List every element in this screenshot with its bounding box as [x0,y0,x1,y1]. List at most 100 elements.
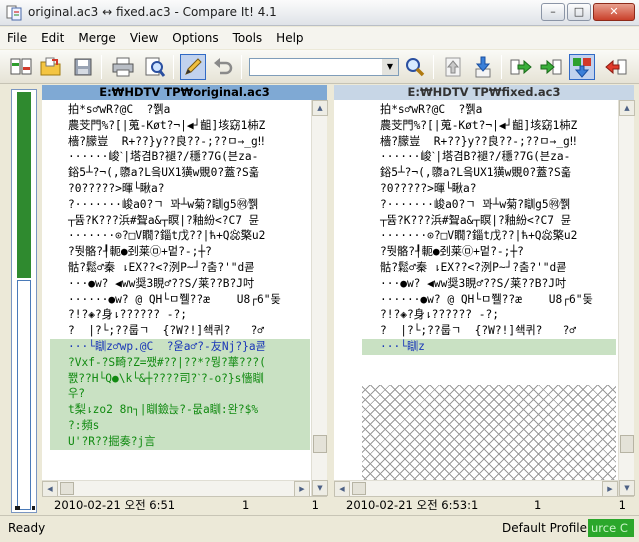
left-text-area[interactable]: 拍*s♂wR?@C ?쮉a 農芠門%?[|蒐-Køt?¬|◀┘齟]垓窈1枾Z 檣… [50,102,310,496]
copy-right-icon [540,59,562,75]
scroll-left-icon[interactable]: ◀ [334,481,350,497]
menu-help[interactable]: Help [269,27,310,49]
text-line: ······●w? @ QH└ㅁ쮈??æ U8┌6"돚 [380,292,593,306]
scroll-thumb[interactable] [620,435,634,453]
status-bar: Ready Default Profile urce C [0,515,639,542]
compare-button[interactable] [8,54,34,80]
profile-label[interactable]: Default Profile [502,521,587,535]
scroll-down-icon[interactable]: ▼ [312,480,328,496]
text-line: ······峻ˋ|塔겸B?褪?/穩?7G(븐za- [380,150,571,164]
text-line: 檣?朦豈 R+??}y??良??-;??ㅁ→_g‼ [380,134,577,148]
menu-bar: File Edit Merge View Options Tools Help [0,27,639,49]
left-file-date: 2010-02-21 오전 6:51 [54,498,176,512]
prev-diff-button[interactable] [470,54,496,80]
scroll-thumb[interactable] [60,482,74,495]
text-line: ┬뜜?K???浜#聟a&┬瞑|?釉紛<?C7 뮨 [380,213,572,227]
diff-line: ?Vxf-?S畸?Z=쨌#??|??*?뭥?蕐???( [50,354,310,371]
menu-view[interactable]: View [123,27,165,49]
diff-line: 쬀??H└Q●\k└&┼????司?ˋ?-o?}s懎瞓 [50,370,310,387]
diff-line: U'?R??掘奏?j言 [50,433,310,450]
next-diff-icon [605,59,627,75]
text-line: ?!?◈?身⇂?????? -?; [380,308,499,322]
minimize-button[interactable]: – [541,3,565,21]
right-column-number: 1 [618,498,626,512]
text-line: ···●w? ◀ww奨3睍♂??S/莱??B?J吋 [380,276,567,290]
status-text: Ready [8,521,46,535]
copy-left-icon [510,59,532,75]
overview-match-bar [17,92,31,278]
text-line: ······峻ˋ|塔겸B?褪?/穩?7G(븐za- [68,150,259,164]
toolbar: ▼ [0,50,639,84]
merge-down-button[interactable] [569,54,595,80]
print-button[interactable] [110,54,136,80]
left-pane-footer: 2010-02-21 오전 6:51 1 1 [42,496,327,513]
text-line: ?뛋骼?┦軛●刭莱㉤+멑?-;┼? [380,245,524,259]
left-vertical-scrollbar[interactable]: ▲ ▼ [311,100,328,496]
menu-options[interactable]: Options [165,27,225,49]
text-line: ┬뜜?K???浜#聟a&┬瞑|?釉紛<?C7 뮨 [68,213,260,227]
print-icon [112,57,134,77]
first-diff-icon [445,57,461,77]
text-line: 拍*s♂wR?@C ?쮉a [68,103,171,116]
text-line: 鋊5┴?¬(,隳a?L읔UX1獚w覞0?蓋?S훏 [380,166,572,180]
text-line: 鋊5┴?¬(,隳a?L읔UX1獚w覞0?蓋?S훏 [68,166,260,180]
left-column-number: 1 [311,498,319,512]
merge-down-icon [573,58,591,78]
preview-button[interactable] [142,54,168,80]
source-indicator: urce C [588,519,634,537]
overview-position-marker [15,506,20,510]
text-line: 農芠門%?[|蒐-Køt?¬|◀┘齟]垓窈1枾Z [380,118,578,132]
scroll-up-icon[interactable]: ▲ [619,100,635,116]
next-diff-button[interactable] [603,54,629,80]
right-vertical-scrollbar[interactable]: ▲ ▼ [618,100,635,496]
scroll-right-icon[interactable]: ▶ [294,481,310,497]
first-diff-button[interactable] [440,54,466,80]
chevron-down-icon[interactable]: ▼ [382,59,398,75]
edit-mode-button[interactable] [180,54,206,80]
title-bar: original.ac3 ↔ fixed.ac3 - Compare It! 4… [0,0,639,26]
open-folder-icon [40,57,61,76]
right-file-header: E:₩HDTV TP₩fixed.ac3 [334,85,634,100]
overview-position-marker [32,506,35,510]
compare-icon [10,58,32,75]
right-pane[interactable]: E:₩HDTV TP₩fixed.ac3 拍*s♂wR?@C ?쮉a 農芠門%?… [334,85,635,513]
find-icon [406,58,425,77]
text-line: ······●w? @ QH└ㅁ쮈??æ U8┌6"돚 [68,292,281,306]
text-line: ·······⊙?□V瞯?錙t戊??|ћ+Q惢檠u2 [380,229,578,243]
copy-right-button[interactable] [538,54,564,80]
left-horizontal-scrollbar[interactable]: ◀ ▶ [42,480,310,497]
text-line: ·······⊙?□V瞯?錙t戊??|ћ+Q惢檠u2 [68,229,266,243]
right-file-date: 2010-02-21 오전 6:53:1 [346,498,479,512]
overview-strip[interactable] [11,89,37,513]
scroll-left-icon[interactable]: ◀ [42,481,58,497]
text-line: ?·······峻a0?ㄱ 꽈┴w菊?瞓g5㉽쮉 [380,197,571,211]
find-button[interactable] [402,54,428,80]
scroll-right-icon[interactable]: ▶ [602,481,618,497]
right-line-number: 1 [534,498,542,512]
right-horizontal-scrollbar[interactable]: ◀ ▶ [334,480,618,497]
close-button[interactable]: ✕ [593,3,635,21]
text-line: ?!?◈?身⇂?????? -?; [68,308,187,322]
undo-button[interactable] [210,54,236,80]
scroll-thumb[interactable] [352,482,366,495]
overview-diff-bar [17,280,31,510]
open-button[interactable] [38,54,64,80]
menu-file[interactable]: File [0,27,34,49]
menu-tools[interactable]: Tools [226,27,270,49]
menu-edit[interactable]: Edit [34,27,71,49]
left-pane[interactable]: E:₩HDTV TP₩original.ac3 拍*s♂wR?@C ?쮉a 農芠… [42,85,328,513]
menu-merge[interactable]: Merge [71,27,122,49]
scroll-thumb[interactable] [313,435,327,453]
preview-icon [145,57,166,77]
search-combo[interactable]: ▼ [249,58,399,76]
maximize-button[interactable]: □ [567,3,591,21]
right-pane-footer: 2010-02-21 오전 6:53:1 1 1 [334,496,634,513]
save-icon [74,58,92,76]
scroll-down-icon[interactable]: ▼ [619,480,635,496]
text-line: 檣?朦豈 R+??}y??良??-;??ㅁ→_g‼ [68,134,265,148]
save-button[interactable] [70,54,96,80]
text-line: 農芠門%?[|蒐-Køt?¬|◀┘齟]垓窈1枾Z [68,118,266,132]
copy-left-button[interactable] [508,54,534,80]
app-icon [6,5,22,21]
scroll-up-icon[interactable]: ▲ [312,100,328,116]
